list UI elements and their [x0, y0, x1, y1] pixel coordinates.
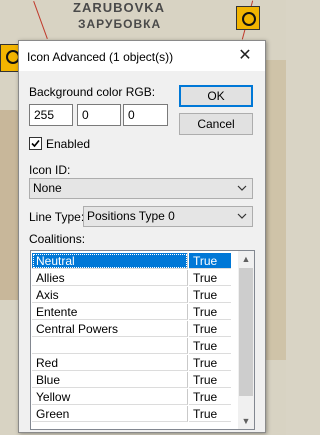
coalition-name: Green: [32, 406, 188, 422]
coalition-value[interactable]: True: [189, 355, 231, 371]
coalition-name: Blue: [32, 372, 188, 388]
coalition-value[interactable]: True: [189, 304, 231, 320]
chevron-down-icon: [237, 185, 247, 191]
coalition-name: Axis: [32, 287, 188, 303]
dialog-title: Icon Advanced (1 object(s)): [27, 50, 174, 64]
list-row[interactable]: True: [31, 338, 239, 355]
scrollbar-thumb[interactable]: [239, 268, 253, 396]
coalition-name: [32, 338, 188, 354]
coalition-value[interactable]: True: [189, 406, 231, 422]
scroll-down-icon[interactable]: ▼: [238, 413, 254, 429]
chevron-down-icon: [237, 213, 247, 219]
line-type-value: Positions Type 0: [87, 209, 175, 223]
coalition-name: Neutral: [32, 253, 188, 269]
enabled-label: Enabled: [46, 137, 91, 151]
coalition-value[interactable]: True: [189, 321, 231, 337]
line-type-select[interactable]: Positions Type 0: [83, 206, 253, 227]
coalition-name: Allies: [32, 270, 188, 286]
enabled-checkbox[interactable]: [29, 137, 42, 150]
map-road: [0, 110, 20, 300]
list-scrollbar[interactable]: ▲ ▼: [238, 251, 254, 429]
coalition-name: Red: [32, 355, 188, 371]
list-row[interactable]: Axis True: [31, 287, 239, 304]
ok-button[interactable]: OK: [179, 85, 253, 107]
rgb-blue-field[interactable]: 0: [123, 104, 168, 126]
coalition-value[interactable]: True: [189, 287, 231, 303]
coalitions-list[interactable]: Neutral True Allies True Axis True Enten…: [30, 250, 255, 430]
coalition-value[interactable]: True: [189, 270, 231, 286]
list-row[interactable]: Allies True: [31, 270, 239, 287]
scroll-up-icon[interactable]: ▲: [238, 251, 254, 267]
coalition-name: Yellow: [32, 389, 188, 405]
list-row-neutral[interactable]: Neutral True: [31, 253, 239, 270]
coalition-value[interactable]: True: [189, 253, 231, 269]
icon-id-select[interactable]: None: [29, 178, 253, 199]
list-row[interactable]: Entente True: [31, 304, 239, 321]
coalition-value[interactable]: True: [189, 372, 231, 388]
map-place-name: ZARUBOVKA: [73, 0, 166, 15]
coalition-name: Central Powers: [32, 321, 188, 337]
rgb-green-field[interactable]: 0: [77, 104, 121, 126]
list-row[interactable]: Yellow True: [31, 389, 239, 406]
line-type-label: Line Type:: [29, 210, 85, 224]
icon-advanced-dialog: Icon Advanced (1 object(s)) ✕ Background…: [18, 40, 266, 433]
dialog-titlebar[interactable]: Icon Advanced (1 object(s)) ✕: [19, 41, 265, 71]
map-place-name-cyrillic: ЗАРУБОВКА: [78, 17, 162, 31]
coalitions-label: Coalitions:: [29, 232, 86, 246]
icon-id-value: None: [33, 181, 62, 195]
cancel-button[interactable]: Cancel: [179, 113, 253, 135]
list-row[interactable]: Red True: [31, 355, 239, 372]
checkmark-icon: [31, 139, 40, 148]
close-icon[interactable]: ✕: [225, 41, 265, 71]
coalition-name: Entente: [32, 304, 188, 320]
list-row[interactable]: Blue True: [31, 372, 239, 389]
list-row[interactable]: Green True: [31, 406, 239, 423]
background-color-label: Background color RGB:: [29, 85, 156, 99]
map-icon-marker[interactable]: [0, 44, 20, 72]
coalition-value[interactable]: True: [189, 389, 231, 405]
map-icon-marker[interactable]: [236, 6, 260, 30]
icon-id-label: Icon ID:: [29, 163, 71, 177]
map-frontline: [33, 1, 48, 39]
rgb-red-field[interactable]: 255: [29, 104, 73, 126]
list-row[interactable]: Central Powers True: [31, 321, 239, 338]
map-road: [266, 60, 286, 360]
coalition-value[interactable]: True: [189, 338, 231, 354]
